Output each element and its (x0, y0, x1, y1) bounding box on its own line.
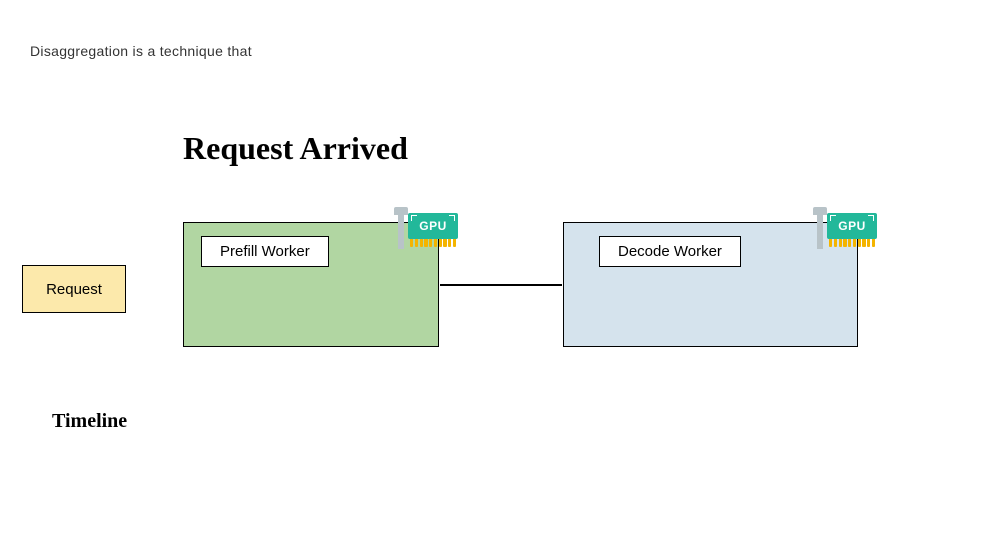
gpu-badge: GPU (408, 213, 458, 239)
prefill-worker-label: Prefill Worker (201, 236, 329, 267)
diagram-title: Request Arrived (183, 130, 408, 167)
prefill-worker-box: Prefill Worker GPU (183, 222, 439, 347)
gpu-bracket (394, 207, 408, 249)
intro-text: Disaggregation is a technique that (30, 43, 252, 59)
gpu-icon: GPU (394, 205, 458, 253)
connector-line (440, 284, 562, 286)
decode-worker-box: Decode Worker GPU (563, 222, 858, 347)
request-box: Request (22, 265, 126, 313)
gpu-pins (829, 239, 875, 247)
gpu-badge: GPU (827, 213, 877, 239)
request-label: Request (46, 281, 102, 298)
decode-worker-label: Decode Worker (599, 236, 741, 267)
timeline-label: Timeline (52, 410, 127, 433)
gpu-icon: GPU (813, 205, 877, 253)
gpu-pins (410, 239, 456, 247)
gpu-bracket (813, 207, 827, 249)
